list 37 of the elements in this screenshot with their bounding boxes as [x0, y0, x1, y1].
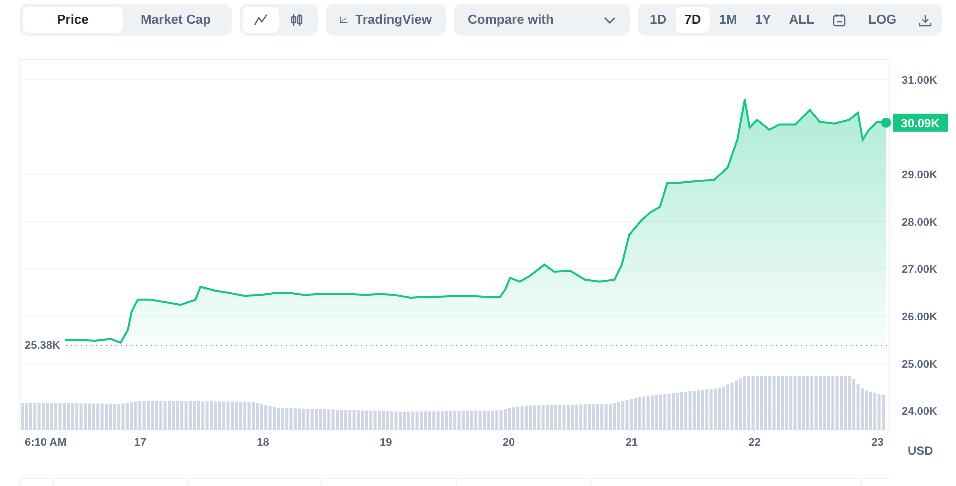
last-price-dot — [881, 118, 892, 128]
x-axis-label: 22 — [748, 437, 761, 449]
x-axis-label: 17 — [134, 437, 147, 449]
y-axis-label: 26.00K — [902, 311, 938, 324]
line-chart-icon — [254, 14, 268, 26]
y-axis-label: 27.00K — [902, 264, 938, 276]
range-tab[interactable]: 7D — [676, 7, 710, 33]
x-axis-label: 21 — [626, 437, 638, 449]
x-axis-label: 19 — [380, 437, 392, 449]
range-tab[interactable]: ALL — [780, 7, 824, 33]
chart-type-button[interactable] — [243, 7, 279, 33]
last-price-badge: 30.09K — [893, 114, 948, 132]
x-axis-label: 18 — [257, 437, 270, 449]
chevron-down-icon — [604, 16, 616, 24]
tradingview-button[interactable]: TradingView — [326, 4, 446, 36]
range-tab[interactable]: 1Y — [746, 7, 780, 33]
x-axis-label: 23 — [872, 437, 884, 449]
range-tab[interactable]: 1D — [641, 7, 676, 33]
calendar-icon — [832, 14, 846, 26]
annotation: 30.09K — [901, 116, 940, 130]
y-axis-label: 29.00K — [902, 170, 938, 182]
range-tab[interactable]: 1M — [710, 7, 746, 33]
log-toggle[interactable]: LOG — [862, 7, 903, 33]
compare-dropdown[interactable]: Compare with — [454, 4, 630, 36]
y-axis-label: 25.00K — [902, 358, 938, 371]
chart-icon — [340, 14, 348, 26]
x-axis-label: 20 — [502, 437, 516, 449]
download-icon — [918, 14, 932, 26]
y-axis-label: 24.00K — [902, 406, 938, 418]
view-tab[interactable]: Market Cap — [123, 7, 229, 33]
candlestick-icon — [290, 13, 304, 27]
y-axis-label: 28.00K — [902, 216, 938, 229]
start-time-label: 6:10 AM — [25, 437, 67, 449]
y-axis-label: 31.00K — [902, 74, 938, 87]
open-price-label: 25.38K — [25, 340, 60, 353]
currency-label: USD — [908, 444, 934, 458]
view-tab[interactable]: Price — [23, 7, 123, 33]
